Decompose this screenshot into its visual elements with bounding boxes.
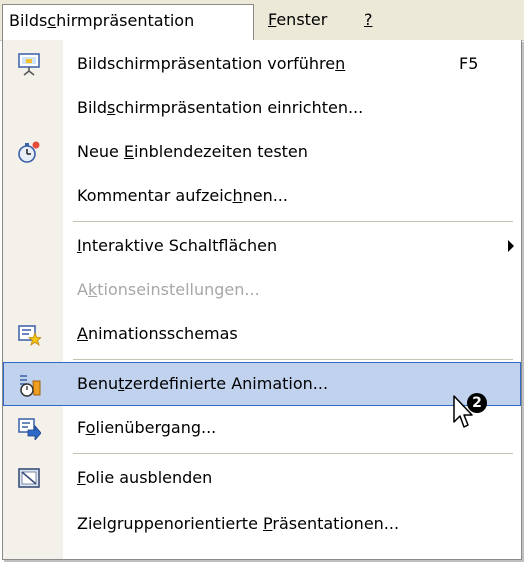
custom-animation-icon xyxy=(18,373,42,397)
menu-item-aktionseinstellungen: Aktionseinstellungen... xyxy=(3,268,521,312)
menu-fenster[interactable]: Fenster xyxy=(262,5,333,35)
hide-slide-icon xyxy=(17,466,41,490)
menu-item-folienuebergang[interactable]: Folienübergang... xyxy=(3,406,521,450)
stopwatch-icon xyxy=(17,140,41,164)
menu-item-label: Aktionseinstellungen... xyxy=(77,280,260,299)
menu-item-label: Folie ausblenden xyxy=(77,468,213,487)
menu-item-zielgruppenorientierte-praesentationen[interactable]: Zielgruppenorientierte Präsentationen... xyxy=(3,502,521,546)
menu-item-praesentation-vorfuehren[interactable]: Bildschirmpräsentation vorführen F5 xyxy=(3,42,521,86)
menu-item-label: Bildschirmpräsentation einrichten... xyxy=(77,98,364,117)
slide-transition-icon xyxy=(17,416,42,442)
menu-item-einblendezeiten-testen[interactable]: Neue Einblendezeiten testen xyxy=(3,130,521,174)
menu-separator xyxy=(73,453,513,454)
shortcut-label: F5 xyxy=(459,54,479,73)
menu-item-label: Animationsschemas xyxy=(77,324,238,343)
mouse-cursor-icon xyxy=(453,395,473,428)
menu-item-animationsschemas[interactable]: Animationsschemas xyxy=(3,312,521,356)
menu-item-label: Neue Einblendezeiten testen xyxy=(77,142,308,161)
menu-item-label: Bildschirmpräsentation vorführen xyxy=(77,54,346,73)
menu-item-praesentation-einrichten[interactable]: Bildschirmpräsentation einrichten... xyxy=(3,86,521,130)
submenu-arrow-icon xyxy=(508,240,514,252)
menu-item-kommentar-aufzeichnen[interactable]: Kommentar aufzeichnen... xyxy=(3,174,521,218)
menu-item-label: Folienübergang... xyxy=(77,418,217,437)
menu-item-label: Interaktive Schaltflächen xyxy=(77,236,278,255)
menu-item-label: Zielgruppenorientierte Präsentationen... xyxy=(77,514,400,533)
menu-item-label: Kommentar aufzeichnen... xyxy=(77,186,288,205)
menu-item-label: Benutzerdefinierte Animation... xyxy=(77,374,329,393)
menu-separator xyxy=(73,359,513,360)
menu-item-benutzerdefinierte-animation[interactable]: Benutzerdefinierte Animation... xyxy=(3,362,521,406)
menu-item-folie-ausblenden[interactable]: Folie ausblenden xyxy=(3,456,521,500)
projector-screen-icon xyxy=(17,52,41,76)
animation-schemes-icon xyxy=(17,322,43,346)
menu-bildschirmpraesentation[interactable]: Bildschirmpräsentation xyxy=(2,4,254,40)
menu-help[interactable]: ? xyxy=(358,5,379,35)
menu-separator xyxy=(73,221,513,222)
dropdown-menu: Bildschirmpräsentation vorführen F5 Bild… xyxy=(2,40,522,560)
menu-item-interaktive-schaltflaechen[interactable]: Interaktive Schaltflächen xyxy=(3,224,521,268)
menu-bar: Bildschirmpräsentation Fenster ? xyxy=(0,0,524,41)
